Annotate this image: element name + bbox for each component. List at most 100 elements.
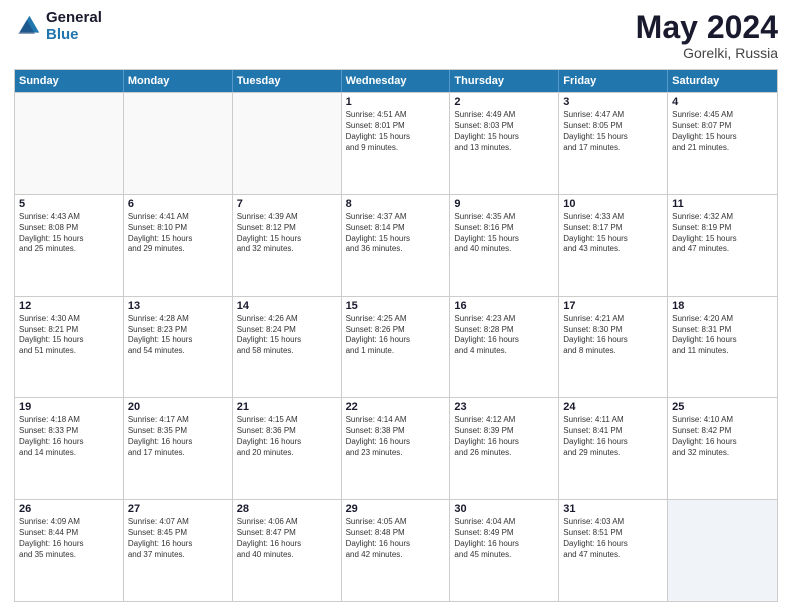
calendar-cell	[668, 500, 777, 601]
calendar-row-4: 19Sunrise: 4:18 AM Sunset: 8:33 PM Dayli…	[15, 397, 777, 499]
cell-info: Sunrise: 4:49 AM Sunset: 8:03 PM Dayligh…	[454, 110, 554, 153]
day-number: 2	[454, 96, 554, 108]
calendar-cell	[124, 93, 233, 194]
calendar-cell: 29 Sunrise: 4:05 AM Sunset: 8:48 PM Dayli…	[342, 500, 451, 601]
calendar-cell: 5 Sunrise: 4:43 AM Sunset: 8:08 PM Daylig…	[15, 195, 124, 296]
day-number: 28	[237, 503, 337, 515]
cell-info: Sunrise: 4:03 AM Sunset: 8:51 PM Dayligh…	[563, 517, 663, 560]
calendar-cell: 21 Sunrise: 4:15 AM Sunset: 8:36 PM Dayli…	[233, 398, 342, 499]
calendar-cell: 16 Sunrise: 4:23 AM Sunset: 8:28 PM Dayli…	[450, 297, 559, 398]
calendar-body: 1Sunrise: 4:51 AM Sunset: 8:01 PM Daylig…	[15, 92, 777, 601]
calendar-cell: 10Sunrise: 4:33 AM Sunset: 8:17 PM Dayli…	[559, 195, 668, 296]
cell-info: Sunrise: 4:15 AM Sunset: 8:36 PM Dayligh…	[237, 415, 337, 458]
calendar-cell: 22 Sunrise: 4:14 AM Sunset: 8:38 PM Dayli…	[342, 398, 451, 499]
calendar-cell: 20 Sunrise: 4:17 AM Sunset: 8:35 PM Dayli…	[124, 398, 233, 499]
cell-info: Sunrise: 4:47 AM Sunset: 8:05 PM Dayligh…	[563, 110, 663, 153]
day-number: 15	[346, 300, 446, 312]
title-block: May 2024 Gorelki, Russia	[636, 10, 778, 61]
calendar-header: SundayMondayTuesdayWednesdayThursdayFrid…	[15, 70, 777, 92]
cell-info: Sunrise: 4:25 AM Sunset: 8:26 PM Dayligh…	[346, 314, 446, 357]
day-number: 16	[454, 300, 554, 312]
cell-info: Sunrise: 4:41 AM Sunset: 8:10 PM Dayligh…	[128, 212, 228, 255]
page: General Blue May 2024 Gorelki, Russia Su…	[0, 0, 792, 612]
day-number: 3	[563, 96, 663, 108]
day-number: 10	[563, 198, 663, 210]
header-cell-saturday: Saturday	[668, 70, 777, 92]
logo-text: General Blue	[46, 10, 102, 43]
cell-info: Sunrise: 4:32 AM Sunset: 8:19 PM Dayligh…	[672, 212, 773, 255]
day-number: 20	[128, 401, 228, 413]
cell-info: Sunrise: 4:04 AM Sunset: 8:49 PM Dayligh…	[454, 517, 554, 560]
cell-info: Sunrise: 4:43 AM Sunset: 8:08 PM Dayligh…	[19, 212, 119, 255]
calendar-cell: 26Sunrise: 4:09 AM Sunset: 8:44 PM Dayli…	[15, 500, 124, 601]
cell-info: Sunrise: 4:45 AM Sunset: 8:07 PM Dayligh…	[672, 110, 773, 153]
day-number: 4	[672, 96, 773, 108]
header-cell-monday: Monday	[124, 70, 233, 92]
cell-info: Sunrise: 4:39 AM Sunset: 8:12 PM Dayligh…	[237, 212, 337, 255]
calendar-cell: 28Sunrise: 4:06 AM Sunset: 8:47 PM Dayli…	[233, 500, 342, 601]
calendar-cell: 2 Sunrise: 4:49 AM Sunset: 8:03 PM Daylig…	[450, 93, 559, 194]
day-number: 11	[672, 198, 773, 210]
calendar-cell: 31 Sunrise: 4:03 AM Sunset: 8:51 PM Dayli…	[559, 500, 668, 601]
cell-info: Sunrise: 4:30 AM Sunset: 8:21 PM Dayligh…	[19, 314, 119, 357]
calendar-cell: 18Sunrise: 4:20 AM Sunset: 8:31 PM Dayli…	[668, 297, 777, 398]
day-number: 21	[237, 401, 337, 413]
calendar-row-3: 12 Sunrise: 4:30 AM Sunset: 8:21 PM Dayli…	[15, 296, 777, 398]
day-number: 29	[346, 503, 446, 515]
calendar-cell: 17 Sunrise: 4:21 AM Sunset: 8:30 PM Dayli…	[559, 297, 668, 398]
day-number: 24	[563, 401, 663, 413]
day-number: 27	[128, 503, 228, 515]
day-number: 13	[128, 300, 228, 312]
calendar-cell: 11 Sunrise: 4:32 AM Sunset: 8:19 PM Dayli…	[668, 195, 777, 296]
cell-info: Sunrise: 4:21 AM Sunset: 8:30 PM Dayligh…	[563, 314, 663, 357]
cell-info: Sunrise: 4:12 AM Sunset: 8:39 PM Dayligh…	[454, 415, 554, 458]
cell-info: Sunrise: 4:10 AM Sunset: 8:42 PM Dayligh…	[672, 415, 773, 458]
month-title: May 2024	[636, 10, 778, 45]
cell-info: Sunrise: 4:23 AM Sunset: 8:28 PM Dayligh…	[454, 314, 554, 357]
day-number: 7	[237, 198, 337, 210]
cell-info: Sunrise: 4:14 AM Sunset: 8:38 PM Dayligh…	[346, 415, 446, 458]
day-number: 22	[346, 401, 446, 413]
header-cell-friday: Friday	[559, 70, 668, 92]
calendar-cell: 25 Sunrise: 4:10 AM Sunset: 8:42 PM Dayli…	[668, 398, 777, 499]
calendar-row-1: 1Sunrise: 4:51 AM Sunset: 8:01 PM Daylig…	[15, 92, 777, 194]
header-cell-tuesday: Tuesday	[233, 70, 342, 92]
calendar-cell	[15, 93, 124, 194]
calendar-cell: 27 Sunrise: 4:07 AM Sunset: 8:45 PM Dayli…	[124, 500, 233, 601]
cell-info: Sunrise: 4:28 AM Sunset: 8:23 PM Dayligh…	[128, 314, 228, 357]
cell-info: Sunrise: 4:05 AM Sunset: 8:48 PM Dayligh…	[346, 517, 446, 560]
day-number: 14	[237, 300, 337, 312]
day-number: 6	[128, 198, 228, 210]
day-number: 25	[672, 401, 773, 413]
calendar-cell: 3 Sunrise: 4:47 AM Sunset: 8:05 PM Daylig…	[559, 93, 668, 194]
day-number: 1	[346, 96, 446, 108]
header-cell-thursday: Thursday	[450, 70, 559, 92]
day-number: 12	[19, 300, 119, 312]
day-number: 23	[454, 401, 554, 413]
location: Gorelki, Russia	[636, 45, 778, 61]
calendar-cell: 15 Sunrise: 4:25 AM Sunset: 8:26 PM Dayli…	[342, 297, 451, 398]
logo-icon	[14, 13, 42, 41]
calendar-cell: 1Sunrise: 4:51 AM Sunset: 8:01 PM Daylig…	[342, 93, 451, 194]
day-number: 9	[454, 198, 554, 210]
calendar-row-5: 26Sunrise: 4:09 AM Sunset: 8:44 PM Dayli…	[15, 499, 777, 601]
calendar-cell: 7 Sunrise: 4:39 AM Sunset: 8:12 PM Daylig…	[233, 195, 342, 296]
logo: General Blue	[14, 10, 102, 43]
cell-info: Sunrise: 4:26 AM Sunset: 8:24 PM Dayligh…	[237, 314, 337, 357]
cell-info: Sunrise: 4:37 AM Sunset: 8:14 PM Dayligh…	[346, 212, 446, 255]
header: General Blue May 2024 Gorelki, Russia	[14, 10, 778, 61]
day-number: 31	[563, 503, 663, 515]
cell-info: Sunrise: 4:17 AM Sunset: 8:35 PM Dayligh…	[128, 415, 228, 458]
day-number: 5	[19, 198, 119, 210]
calendar-cell: 13 Sunrise: 4:28 AM Sunset: 8:23 PM Dayli…	[124, 297, 233, 398]
cell-info: Sunrise: 4:11 AM Sunset: 8:41 PM Dayligh…	[563, 415, 663, 458]
header-cell-wednesday: Wednesday	[342, 70, 451, 92]
calendar-row-2: 5 Sunrise: 4:43 AM Sunset: 8:08 PM Daylig…	[15, 194, 777, 296]
cell-info: Sunrise: 4:09 AM Sunset: 8:44 PM Dayligh…	[19, 517, 119, 560]
calendar-cell: 6 Sunrise: 4:41 AM Sunset: 8:10 PM Daylig…	[124, 195, 233, 296]
calendar: SundayMondayTuesdayWednesdayThursdayFrid…	[14, 69, 778, 602]
calendar-cell: 19Sunrise: 4:18 AM Sunset: 8:33 PM Dayli…	[15, 398, 124, 499]
day-number: 17	[563, 300, 663, 312]
calendar-cell: 23 Sunrise: 4:12 AM Sunset: 8:39 PM Dayli…	[450, 398, 559, 499]
cell-info: Sunrise: 4:07 AM Sunset: 8:45 PM Dayligh…	[128, 517, 228, 560]
